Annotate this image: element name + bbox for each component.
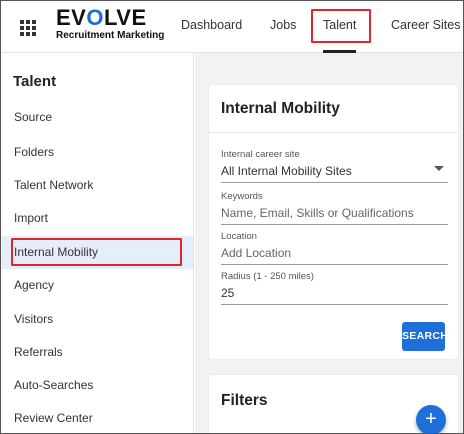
internal-career-site-value[interactable]: All Internal Mobility Sites [221, 164, 448, 183]
sidebar-item-agency[interactable]: Agency [1, 269, 193, 302]
keywords-field[interactable]: Keywords Name, Email, Skills or Qualific… [221, 191, 448, 225]
radius-field[interactable]: Radius (1 - 250 miles) 25 [221, 271, 448, 305]
nav-dashboard[interactable]: Dashboard [181, 1, 242, 53]
keywords-label: Keywords [221, 191, 263, 202]
nav-jobs[interactable]: Jobs [270, 1, 296, 53]
sidebar: Talent Source Folders Talent Network Imp… [1, 53, 194, 433]
logo-subtitle: Recruitment Marketing [56, 30, 165, 41]
add-filter-button[interactable]: + [416, 405, 446, 433]
top-navbar: EVOLVE Recruitment Marketing Dashboard J… [1, 1, 463, 53]
talent-highlight-box [311, 9, 371, 43]
app-grid-icon[interactable] [17, 17, 37, 37]
radius-input[interactable]: 25 [221, 286, 448, 305]
sidebar-item-visitors[interactable]: Visitors [1, 303, 193, 336]
internal-mobility-title: Internal Mobility [209, 85, 458, 133]
filters-card: Filters + [209, 375, 458, 433]
evolve-logo[interactable]: EVOLVE Recruitment Marketing [56, 7, 171, 47]
sidebar-item-auto-searches[interactable]: Auto-Searches [1, 369, 193, 402]
sidebar-item-source[interactable]: Source [1, 101, 193, 134]
internal-career-site-label: Internal career site [221, 149, 300, 160]
main-content: Internal Mobility Internal career site A… [195, 53, 463, 433]
app-window: EVOLVE Recruitment Marketing Dashboard J… [0, 0, 464, 434]
nav-career-sites[interactable]: Career Sites [391, 1, 460, 53]
internal-mobility-highlight-box [11, 238, 182, 266]
location-label: Location [221, 231, 257, 242]
search-button[interactable]: SEARCH [402, 322, 448, 351]
sidebar-item-import[interactable]: Import [1, 202, 193, 235]
logo-wordmark: EVOLVE [56, 5, 147, 30]
location-field[interactable]: Location Add Location [221, 231, 448, 265]
sidebar-item-talent-network[interactable]: Talent Network [1, 169, 193, 202]
keywords-input[interactable]: Name, Email, Skills or Qualifications [221, 206, 448, 225]
sidebar-item-folders[interactable]: Folders [1, 136, 193, 169]
radius-label: Radius (1 - 250 miles) [221, 271, 314, 282]
sidebar-item-referrals[interactable]: Referrals [1, 336, 193, 369]
internal-mobility-card: Internal Mobility Internal career site A… [209, 85, 458, 359]
sidebar-item-review-center[interactable]: Review Center [1, 402, 193, 433]
location-input[interactable]: Add Location [221, 246, 448, 265]
chevron-down-icon[interactable] [434, 166, 444, 171]
sidebar-title: Talent [13, 73, 57, 90]
internal-career-site-select[interactable]: Internal career site All Internal Mobili… [221, 149, 448, 183]
